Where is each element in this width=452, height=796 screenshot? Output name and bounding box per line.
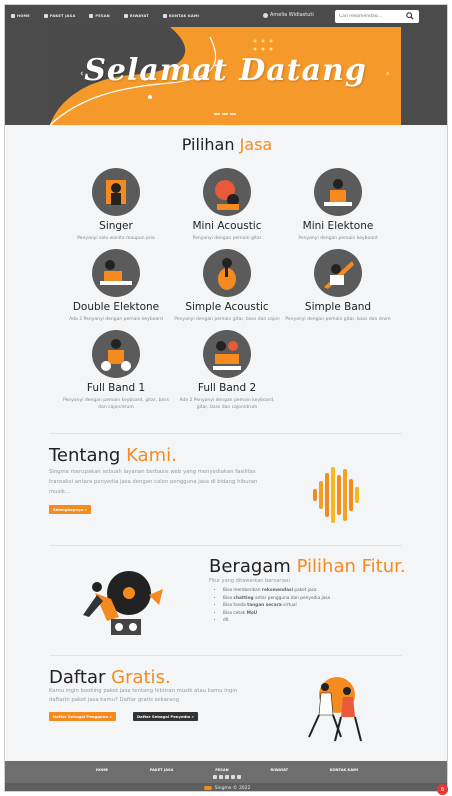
footer: HOME PAKET JASA PESAN RIWAYAT KONTAK KAM… — [5, 761, 447, 791]
page: HOME PAKET JASA PESAN RIWAYAT KONTAK KAM… — [4, 4, 448, 792]
search-icon[interactable] — [406, 12, 414, 20]
history-icon — [123, 14, 128, 18]
divider — [50, 433, 402, 434]
register-text: Kamu ingin booking paket jasa tentang hi… — [49, 688, 238, 703]
register-title: Daftar Gratis. — [49, 667, 171, 688]
feature-item: dll. — [223, 617, 330, 625]
full-band-1-illustration — [92, 330, 140, 378]
service-card-full-band-2[interactable]: Full Band 2 Ada 2 Penyanyi dengan pemain… — [162, 330, 292, 411]
full-band-2-illustration — [203, 330, 251, 378]
copyright-bar: Singme © 2022 — [5, 783, 447, 791]
footer-link-pesan[interactable]: PESAN — [215, 768, 228, 772]
contact-icon — [162, 14, 167, 18]
services-title: Pilihan Jasa — [181, 135, 273, 154]
feature-item: Bisa memberikan rekomendasi paket jasa — [223, 587, 330, 595]
double-elektone-illustration — [92, 249, 140, 297]
register-provider-button[interactable]: Daftar Sebagai Penyedia » — [133, 712, 198, 721]
carousel-indicators[interactable] — [214, 113, 236, 115]
hero-carousel: Selamat Datang ‹ › — [50, 27, 401, 125]
social-links — [5, 775, 447, 779]
features-subtitle: Fitur yang ditawarkan bervariasi — [209, 578, 290, 584]
nav-home[interactable]: HOME — [11, 14, 30, 18]
dj-illustration — [83, 571, 163, 635]
features-list: Bisa memberikan rekomendasi paket jasa B… — [213, 587, 330, 625]
simple-band-illustration — [314, 249, 362, 297]
feature-item: Bisa tanda tangan secara virtual — [223, 602, 330, 610]
features-title: Beragam Pilihan Fitur. — [209, 556, 406, 577]
register-user-button[interactable]: Daftar Sebagai Pengguna » — [49, 712, 116, 721]
mini-elektone-illustration — [314, 168, 362, 216]
cart-icon — [89, 14, 94, 18]
divider — [50, 545, 402, 546]
github-icon[interactable] — [237, 775, 241, 779]
singer-illustration — [92, 168, 140, 216]
home-icon — [11, 14, 15, 18]
nav-paket-jasa[interactable]: PAKET JASA — [43, 14, 76, 18]
dancers-illustration — [308, 677, 362, 742]
user-menu[interactable]: Amelia Widiastuti — [263, 12, 314, 18]
footer-links: HOME PAKET JASA PESAN RIWAYAT KONTAK KAM… — [5, 768, 447, 772]
chat-badge[interactable]: 8 — [437, 784, 448, 795]
footer-link-riwayat[interactable]: RIWAYAT — [270, 768, 288, 772]
user-icon — [263, 12, 268, 18]
hero-section: Selamat Datang ‹ › — [5, 27, 447, 125]
about-title: Tentang Kami. — [49, 445, 177, 466]
service-card-simple-band[interactable]: Simple Band Penyanyi dengan pemain gitar… — [273, 249, 403, 323]
read-more-button[interactable]: Selengkapnya » — [49, 505, 91, 514]
mail-icon[interactable] — [231, 775, 235, 779]
footer-link-kontak[interactable]: KONTAK KAMI — [330, 768, 358, 772]
divider — [50, 655, 402, 656]
carousel-next-button[interactable]: › — [386, 69, 390, 79]
carousel-prev-button[interactable]: ‹ — [80, 69, 84, 79]
feature-item: Bisa cetak MoU — [223, 610, 330, 618]
simple-acoustic-illustration — [203, 249, 251, 297]
sound-wave-illustration — [313, 467, 359, 523]
about-text: Singme merupakan sebuah layanan berbasis… — [49, 469, 258, 495]
instagram-icon[interactable] — [225, 775, 229, 779]
nav-kontak[interactable]: KONTAK KAMI — [162, 14, 199, 18]
youtube-icon[interactable] — [219, 775, 223, 779]
hero-title: Selamat Datang — [84, 53, 367, 88]
singme-logo — [203, 786, 212, 790]
footer-link-home[interactable]: HOME — [96, 768, 108, 772]
facebook-icon[interactable] — [213, 775, 217, 779]
service-card-mini-elektone[interactable]: Mini Elektone Penyanyi dengan pemain key… — [273, 168, 403, 242]
mini-acoustic-illustration — [203, 168, 251, 216]
nav-pesan[interactable]: PESAN — [89, 14, 110, 18]
package-icon — [43, 14, 48, 18]
navbar: HOME PAKET JASA PESAN RIWAYAT KONTAK KAM… — [5, 5, 447, 27]
footer-link-paket-jasa[interactable]: PAKET JASA — [150, 768, 174, 772]
nav-riwayat[interactable]: RIWAYAT — [123, 14, 149, 18]
feature-item: Bisa chatting antar pengguna dan penyedi… — [223, 595, 330, 603]
